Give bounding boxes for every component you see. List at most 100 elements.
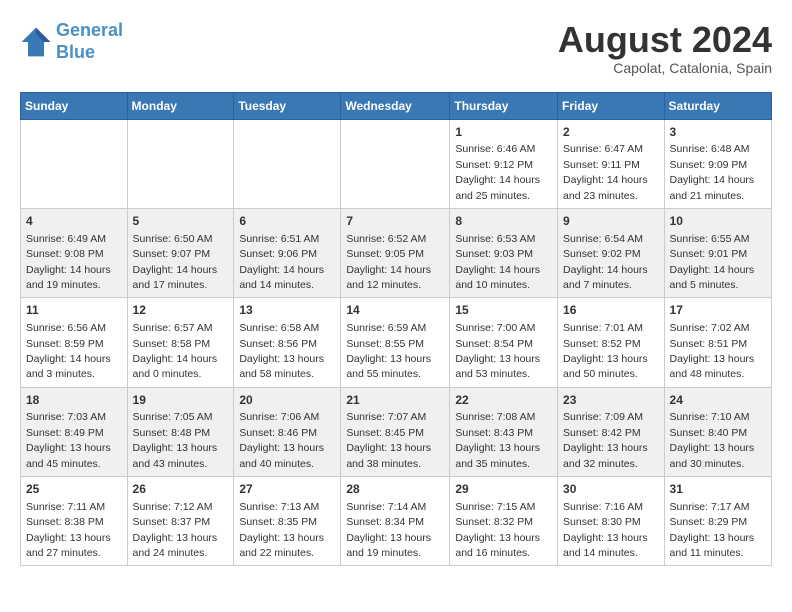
day-info: Sunrise: 7:05 AM Sunset: 8:48 PM Dayligh… [133, 411, 218, 469]
day-number: 6 [239, 213, 335, 230]
day-number: 29 [455, 481, 552, 498]
calendar-week-5: 25Sunrise: 7:11 AM Sunset: 8:38 PM Dayli… [21, 477, 772, 566]
calendar-cell [341, 119, 450, 208]
day-number: 3 [670, 124, 766, 141]
calendar-cell: 31 Sunrise: 7:17 AM Sunset: 8:29 PM Dayli… [664, 477, 771, 566]
day-info: Sunrise: 7:01 AM Sunset: 8:52 PM Dayligh… [563, 322, 648, 380]
day-number: 16 [563, 302, 659, 319]
day-info: Sunrise: 7:10 AM Sunset: 8:40 PM Dayligh… [670, 411, 755, 469]
calendar-cell: 16 Sunrise: 7:01 AM Sunset: 8:52 PM Dayli… [558, 298, 665, 387]
calendar-cell: 14Sunrise: 6:59 AM Sunset: 8:55 PM Dayli… [341, 298, 450, 387]
calendar-cell: 11Sunrise: 6:56 AM Sunset: 8:59 PM Dayli… [21, 298, 128, 387]
weekday-header-row: SundayMondayTuesdayWednesdayThursdayFrid… [21, 92, 772, 119]
day-number: 26 [133, 481, 229, 498]
calendar-cell: 29Sunrise: 7:15 AM Sunset: 8:32 PM Dayli… [450, 477, 558, 566]
day-info: Sunrise: 6:46 AM Sunset: 9:12 PM Dayligh… [455, 143, 540, 201]
day-number: 2 [563, 124, 659, 141]
calendar-cell: 18 Sunrise: 7:03 AM Sunset: 8:49 PM Dayli… [21, 387, 128, 476]
day-number: 11 [26, 302, 122, 319]
weekday-header-saturday: Saturday [664, 92, 771, 119]
calendar-cell: 1 Sunrise: 6:46 AM Sunset: 9:12 PM Daylig… [450, 119, 558, 208]
day-info: Sunrise: 7:12 AM Sunset: 8:37 PM Dayligh… [133, 501, 218, 559]
calendar-cell: 5Sunrise: 6:50 AM Sunset: 9:07 PM Daylig… [127, 208, 234, 297]
calendar-week-2: 4 Sunrise: 6:49 AM Sunset: 9:08 PM Daylig… [21, 208, 772, 297]
calendar-cell: 15 Sunrise: 7:00 AM Sunset: 8:54 PM Dayli… [450, 298, 558, 387]
calendar-cell: 9 Sunrise: 6:54 AM Sunset: 9:02 PM Daylig… [558, 208, 665, 297]
day-number: 21 [346, 392, 444, 409]
title-block: August 2024 Capolat, Catalonia, Spain [558, 20, 772, 76]
day-number: 30 [563, 481, 659, 498]
day-info: Sunrise: 6:53 AM Sunset: 9:03 PM Dayligh… [455, 233, 540, 291]
day-info: Sunrise: 7:00 AM Sunset: 8:54 PM Dayligh… [455, 322, 540, 380]
calendar-cell: 13Sunrise: 6:58 AM Sunset: 8:56 PM Dayli… [234, 298, 341, 387]
day-number: 31 [670, 481, 766, 498]
calendar-cell: 23Sunrise: 7:09 AM Sunset: 8:42 PM Dayli… [558, 387, 665, 476]
calendar-week-4: 18 Sunrise: 7:03 AM Sunset: 8:49 PM Dayli… [21, 387, 772, 476]
day-info: Sunrise: 7:06 AM Sunset: 8:46 PM Dayligh… [239, 411, 324, 469]
calendar-cell: 12 Sunrise: 6:57 AM Sunset: 8:58 PM Dayli… [127, 298, 234, 387]
day-number: 13 [239, 302, 335, 319]
day-info: Sunrise: 6:48 AM Sunset: 9:09 PM Dayligh… [670, 143, 755, 201]
day-number: 4 [26, 213, 122, 230]
calendar-cell: 24 Sunrise: 7:10 AM Sunset: 8:40 PM Dayli… [664, 387, 771, 476]
calendar-table: SundayMondayTuesdayWednesdayThursdayFrid… [20, 92, 772, 567]
day-info: Sunrise: 7:02 AM Sunset: 8:51 PM Dayligh… [670, 322, 755, 380]
calendar-cell: 3 Sunrise: 6:48 AM Sunset: 9:09 PM Daylig… [664, 119, 771, 208]
logo-icon [20, 26, 52, 58]
weekday-header-tuesday: Tuesday [234, 92, 341, 119]
calendar-cell: 22Sunrise: 7:08 AM Sunset: 8:43 PM Dayli… [450, 387, 558, 476]
day-info: Sunrise: 6:47 AM Sunset: 9:11 PM Dayligh… [563, 143, 648, 201]
calendar-cell: 2 Sunrise: 6:47 AM Sunset: 9:11 PM Daylig… [558, 119, 665, 208]
day-number: 7 [346, 213, 444, 230]
calendar-cell: 10Sunrise: 6:55 AM Sunset: 9:01 PM Dayli… [664, 208, 771, 297]
logo-blue: Blue [56, 42, 95, 62]
day-info: Sunrise: 7:14 AM Sunset: 8:34 PM Dayligh… [346, 501, 431, 559]
calendar-cell: 26 Sunrise: 7:12 AM Sunset: 8:37 PM Dayli… [127, 477, 234, 566]
day-info: Sunrise: 7:09 AM Sunset: 8:42 PM Dayligh… [563, 411, 648, 469]
day-number: 19 [133, 392, 229, 409]
calendar-week-3: 11Sunrise: 6:56 AM Sunset: 8:59 PM Dayli… [21, 298, 772, 387]
day-number: 8 [455, 213, 552, 230]
calendar-cell: 19 Sunrise: 7:05 AM Sunset: 8:48 PM Dayli… [127, 387, 234, 476]
calendar-cell: 28 Sunrise: 7:14 AM Sunset: 8:34 PM Dayli… [341, 477, 450, 566]
logo-general: General [56, 20, 123, 40]
day-info: Sunrise: 6:54 AM Sunset: 9:02 PM Dayligh… [563, 233, 648, 291]
day-info: Sunrise: 7:03 AM Sunset: 8:49 PM Dayligh… [26, 411, 111, 469]
day-info: Sunrise: 6:52 AM Sunset: 9:05 PM Dayligh… [346, 233, 431, 291]
day-info: Sunrise: 6:57 AM Sunset: 8:58 PM Dayligh… [133, 322, 218, 380]
calendar-cell [127, 119, 234, 208]
calendar-cell: 27Sunrise: 7:13 AM Sunset: 8:35 PM Dayli… [234, 477, 341, 566]
day-info: Sunrise: 7:16 AM Sunset: 8:30 PM Dayligh… [563, 501, 648, 559]
day-number: 9 [563, 213, 659, 230]
calendar-cell: 21 Sunrise: 7:07 AM Sunset: 8:45 PM Dayli… [341, 387, 450, 476]
calendar-cell: 4 Sunrise: 6:49 AM Sunset: 9:08 PM Daylig… [21, 208, 128, 297]
calendar-cell: 6 Sunrise: 6:51 AM Sunset: 9:06 PM Daylig… [234, 208, 341, 297]
month-year-title: August 2024 [558, 20, 772, 60]
location-subtitle: Capolat, Catalonia, Spain [558, 60, 772, 76]
day-info: Sunrise: 6:51 AM Sunset: 9:06 PM Dayligh… [239, 233, 324, 291]
weekday-header-thursday: Thursday [450, 92, 558, 119]
calendar-cell: 7 Sunrise: 6:52 AM Sunset: 9:05 PM Daylig… [341, 208, 450, 297]
day-info: Sunrise: 7:07 AM Sunset: 8:45 PM Dayligh… [346, 411, 431, 469]
day-info: Sunrise: 6:55 AM Sunset: 9:01 PM Dayligh… [670, 233, 755, 291]
day-number: 5 [133, 213, 229, 230]
day-number: 15 [455, 302, 552, 319]
day-info: Sunrise: 7:11 AM Sunset: 8:38 PM Dayligh… [26, 501, 111, 559]
day-number: 1 [455, 124, 552, 141]
calendar-cell: 25Sunrise: 7:11 AM Sunset: 8:38 PM Dayli… [21, 477, 128, 566]
day-info: Sunrise: 7:08 AM Sunset: 8:43 PM Dayligh… [455, 411, 540, 469]
day-info: Sunrise: 7:17 AM Sunset: 8:29 PM Dayligh… [670, 501, 755, 559]
day-number: 24 [670, 392, 766, 409]
day-info: Sunrise: 6:49 AM Sunset: 9:08 PM Dayligh… [26, 233, 111, 291]
day-number: 12 [133, 302, 229, 319]
day-number: 18 [26, 392, 122, 409]
day-info: Sunrise: 6:59 AM Sunset: 8:55 PM Dayligh… [346, 322, 431, 380]
calendar-week-1: 1 Sunrise: 6:46 AM Sunset: 9:12 PM Daylig… [21, 119, 772, 208]
day-number: 20 [239, 392, 335, 409]
weekday-header-sunday: Sunday [21, 92, 128, 119]
weekday-header-friday: Friday [558, 92, 665, 119]
calendar-cell: 17Sunrise: 7:02 AM Sunset: 8:51 PM Dayli… [664, 298, 771, 387]
day-info: Sunrise: 7:13 AM Sunset: 8:35 PM Dayligh… [239, 501, 324, 559]
calendar-cell [21, 119, 128, 208]
day-number: 28 [346, 481, 444, 498]
